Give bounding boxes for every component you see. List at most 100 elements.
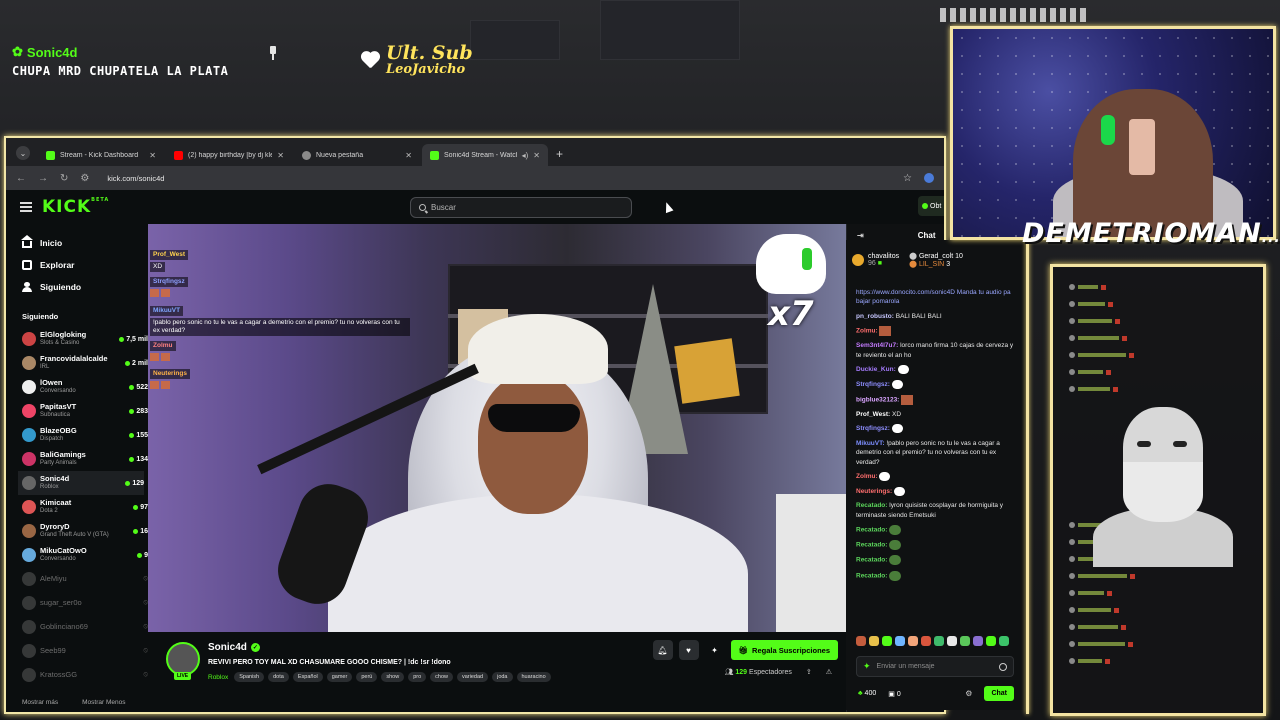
stream-tag[interactable]: gamer [326, 672, 353, 682]
sidebar-channel[interactable]: Sonic4d Roblox 129 [18, 471, 144, 495]
emote-icon[interactable] [921, 636, 931, 646]
sidebar-channel-offline[interactable]: sugar_ser0o ⦸ [22, 591, 148, 615]
sidebar-channel-offline[interactable]: KratossGG ⦸ [22, 663, 148, 687]
close-tab-icon[interactable]: ✕ [405, 151, 412, 160]
chat-settings-icon[interactable]: ⚙ [965, 689, 972, 698]
close-tab-icon[interactable]: ✕ [277, 151, 284, 160]
bookmark-star-icon[interactable]: ☆ [903, 173, 912, 184]
stream-tag[interactable]: joda [492, 672, 513, 682]
search-input[interactable]: Buscar [410, 197, 632, 218]
extension-icon[interactable] [924, 173, 934, 183]
stream-tag[interactable]: perú [356, 672, 378, 682]
back-icon[interactable]: ← [16, 173, 26, 184]
emote-icon[interactable] [882, 636, 892, 646]
sidebar-channel[interactable]: PapitasVT Subnautica 283 [22, 399, 148, 423]
reload-icon[interactable]: ↻ [60, 173, 68, 184]
chat-username[interactable]: Strqfingsz: [856, 381, 890, 388]
sidebar-channel[interactable]: ElGlogloking Slots & Casino 7,5 mil [22, 327, 148, 351]
sidebar-item-following[interactable]: Siguiendo [22, 276, 148, 298]
chat-message-input[interactable]: ✦ Enviar un mensaje [856, 656, 1014, 677]
sidebar-channel[interactable]: DyroryD Grand Theft Auto V (GTA) 16 [22, 519, 148, 543]
emote-icon[interactable] [908, 636, 918, 646]
chat-username[interactable]: Neuterings: [856, 488, 892, 495]
emoji-picker-icon[interactable] [999, 662, 1007, 671]
sidebar: Inicio Explorar Siguiendo Siguiendo ElGl… [6, 224, 148, 712]
follow-heart-button[interactable]: ♥ [678, 640, 699, 660]
sparkle-icon[interactable]: ✦ [863, 661, 871, 672]
sidebar-item-explore[interactable]: Explorar [22, 254, 148, 276]
stream-tag[interactable]: variedad [456, 672, 489, 682]
emote-icon[interactable] [999, 636, 1009, 646]
chat-username[interactable]: Recatado: [856, 527, 887, 534]
sidebar-channel-offline[interactable]: Goblinciano69 ⦸ [22, 615, 148, 639]
category-link[interactable]: Roblox [208, 674, 228, 681]
stream-tag[interactable]: huaracino [516, 672, 551, 682]
url-field[interactable]: kick.com/sonic4d [107, 174, 891, 183]
sidebar-channel-offline[interactable]: AleMiyu ⦸ [22, 567, 148, 591]
stream-tag[interactable]: pro [408, 672, 427, 682]
menu-icon[interactable] [20, 202, 32, 212]
chat-username[interactable]: Recatado: [856, 557, 887, 564]
chat-username[interactable]: Recatado: [856, 572, 887, 579]
emote-icon[interactable] [960, 636, 970, 646]
tab-kick-dashboard[interactable]: Stream - Kick Dashboard ✕ [38, 144, 164, 166]
tab-sonic4d-stream[interactable]: Sonic4d Stream - Watch Li ◂) ✕ [422, 144, 548, 166]
sidebar-channel[interactable]: Francovidalalcalde IRL 2 mil [22, 351, 148, 375]
chat-username[interactable]: Recatado: [856, 542, 887, 549]
chat-username[interactable]: Strqfingsz: [856, 425, 890, 432]
stream-tag[interactable]: show [381, 672, 405, 682]
collapse-chat-icon[interactable]: ⇥ [857, 231, 864, 240]
new-tab-button[interactable]: + [556, 147, 563, 161]
tab-youtube[interactable]: (2) happy birthday [by dj klez] ✕ [166, 144, 292, 166]
chat-send-button[interactable]: Chat [984, 686, 1014, 701]
sidebar-channel-offline[interactable]: Seeb99 ⦸ [22, 639, 148, 663]
sidebar-item-home[interactable]: Inicio [21, 232, 148, 254]
gift-subs-button[interactable]: 🎁︎ Regala Suscripciones [730, 640, 838, 660]
stream-tag[interactable]: Español [292, 672, 323, 682]
stream-tag[interactable]: chow [430, 672, 453, 682]
chat-username[interactable]: MikuuVT: [856, 440, 885, 447]
chat-username[interactable]: Recatado: [856, 502, 887, 509]
speaker-icon[interactable]: ◂) [522, 151, 529, 160]
sidebar-channel[interactable]: MikuCatOwO Conversando 9 [22, 543, 148, 567]
sidebar-channel[interactable]: BlazeOBG Dispatch 155 [22, 423, 148, 447]
emote-icon[interactable] [934, 636, 944, 646]
emote-icon[interactable] [947, 636, 957, 646]
share-icon[interactable]: ⇪ [806, 668, 812, 676]
emote-icon[interactable] [869, 636, 879, 646]
report-icon[interactable]: ⚠ [826, 668, 832, 676]
sidebar-channel[interactable]: Kimicaat Dota 2 97 [22, 495, 148, 519]
chat-username[interactable]: bigblue32123: [856, 396, 899, 403]
gifts-display[interactable]: ▣ 0 [888, 690, 900, 698]
streamer-name[interactable]: Sonic4d ✓ [208, 642, 260, 653]
chat-username[interactable]: pn_robusto: [856, 313, 894, 320]
emote-icon[interactable] [895, 636, 905, 646]
sparkle-button[interactable]: ✦ [705, 640, 725, 660]
kick-logo[interactable]: KICKBETA [42, 197, 109, 217]
close-tab-icon[interactable]: ✕ [533, 151, 540, 160]
get-kicks-button[interactable]: Obt [918, 196, 944, 216]
chat-username[interactable]: Duckie_Kun: [856, 366, 896, 373]
close-tab-icon[interactable]: ✕ [149, 151, 156, 160]
emote-icon[interactable] [986, 636, 996, 646]
sidebar-channel[interactable]: lOwen Conversando 522 [22, 375, 148, 399]
chat-username[interactable]: Zolmu: [856, 328, 878, 335]
stream-tag[interactable]: dota [268, 672, 289, 682]
stream-tag[interactable]: Spanish [234, 672, 265, 682]
tab-new[interactable]: Nueva pestaña ✕ [294, 144, 420, 166]
emote-icon[interactable] [973, 636, 983, 646]
points-display[interactable]: ♣ 400 [858, 690, 876, 697]
sidebar-channel[interactable]: BaliGamings Party Animals 134 [22, 447, 148, 471]
streamer-avatar[interactable] [166, 642, 200, 676]
site-info-icon[interactable]: ⚙ [80, 173, 89, 184]
chat-username[interactable]: Prof_West: [856, 411, 890, 418]
notification-bell-button[interactable]: 🔔︎ [652, 640, 673, 660]
chat-username[interactable]: Zolmu: [856, 473, 878, 480]
chat-username[interactable]: Sem3nt4l7u7: [856, 342, 898, 349]
emote-icon[interactable] [856, 636, 866, 646]
show-more-link[interactable]: Mostrar más [22, 699, 58, 706]
tab-search-icon[interactable]: ⌄ [16, 146, 30, 160]
forward-icon[interactable]: → [38, 173, 48, 184]
video-player[interactable]: x7 Prof_West XD Strqfingsz MikuuVT !pablo pe… [148, 224, 846, 632]
show-less-link[interactable]: Mostrar Menos [82, 699, 125, 706]
